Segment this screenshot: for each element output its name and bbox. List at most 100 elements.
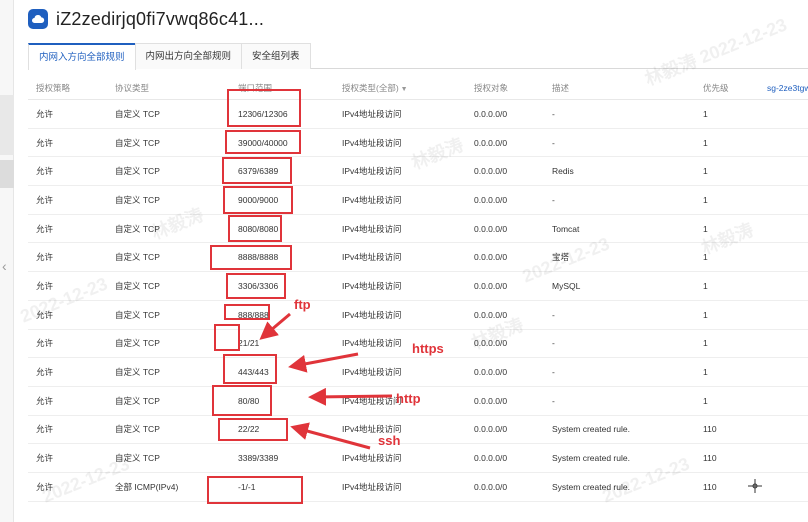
table-row: 允许 自定义 TCP 888/888 IPv4地址段访问 0.0.0.0/0 - 1 [28,301,808,330]
col-header-port-range: 端口范围 [238,82,273,93]
cell-policy: 允许 [36,252,54,263]
cell-auth-object: 0.0.0.0/0 [474,280,508,291]
cell-port-range: 22/22 [238,424,260,435]
sidebar-block-selected[interactable] [0,160,14,188]
cell-port-range: 8888/8888 [238,252,279,263]
tab-outbound-rules[interactable]: 内网出方向全部规则 [134,43,243,69]
cell-policy: 允许 [36,481,54,492]
cell-protocol: 自定义 TCP [115,280,160,291]
cell-description: - [552,395,555,406]
tab-inbound-rules[interactable]: 内网入方向全部规则 [28,43,136,70]
cell-description: System created rule. [552,481,630,492]
table-row: 允许 全部 ICMP(IPv4) -1/-1 IPv4地址段访问 0.0.0.0/0 Sy… [28,473,808,502]
rules-table: 授权策略 协议类型 端口范围 授权类型(全部) ▼ 授权对象 描述 优先级 sg-… [28,76,808,502]
cell-protocol: 自定义 TCP [115,367,160,378]
cell-auth-object: 0.0.0.0/0 [474,424,508,435]
caret-down-icon[interactable]: ▼ [401,86,408,93]
cell-auth-object: 0.0.0.0/0 [474,194,508,205]
cell-description: Tomcat [552,223,580,234]
cell-protocol: 自定义 TCP [115,453,160,464]
cell-port-range: 3306/3306 [238,280,279,291]
cell-auth-object: 0.0.0.0/0 [474,252,508,263]
cell-priority: 1 [703,137,708,148]
cell-port-range: 888/888 [238,309,269,320]
col-header-auth-type[interactable]: 授权类型(全部) ▼ [342,82,408,94]
instance-header: iZ2zedirjq0fi7vwq86c41... [28,4,264,34]
cloud-server-icon [28,9,48,29]
table-row: 允许 自定义 TCP 6379/6389 IPv4地址段访问 0.0.0.0/0 Redi… [28,157,808,187]
cell-port-range: 9000/9000 [238,194,279,205]
table-row: 允许 自定义 TCP 9000/9000 IPv4地址段访问 0.0.0.0/0 - 1 [28,186,808,215]
cell-description: MySQL [552,280,581,291]
cell-policy: 允许 [36,280,54,291]
cell-description: - [552,309,555,320]
cell-auth-type: IPv4地址段访问 [342,481,402,492]
cell-policy: 允许 [36,453,54,464]
cell-auth-object: 0.0.0.0/0 [474,108,508,119]
cell-protocol: 自定义 TCP [115,395,160,406]
cell-priority: 1 [703,194,708,205]
table-row: 允许 自定义 TCP 8888/8888 IPv4地址段访问 0.0.0.0/0 宝塔 1 [28,243,808,273]
cell-policy: 允许 [36,194,54,205]
cell-policy: 允许 [36,367,54,378]
cell-description: - [552,367,555,378]
cell-policy: 允许 [36,309,54,320]
crosshair-cursor-icon [748,479,762,493]
cell-auth-object: 0.0.0.0/0 [474,395,508,406]
cell-port-range: 3389/3389 [238,453,279,464]
col-header-policy: 授权策略 [36,82,71,93]
cell-port-range: -1/-1 [238,481,256,492]
cell-priority: 110 [703,424,717,435]
cell-priority: 110 [703,453,717,464]
table-row: 允许 自定义 TCP 12306/12306 IPv4地址段访问 0.0.0.0/0 - 1 [28,100,808,129]
sidebar-block [0,95,14,155]
col-header-auth-type-label: 授权类型(全部) [342,82,399,93]
cell-priority: 1 [703,108,708,119]
cell-protocol: 自定义 TCP [115,223,160,234]
col-header-description: 描述 [552,82,570,93]
cell-description: - [552,137,555,148]
cell-port-range: 80/80 [238,395,260,406]
cell-policy: 允许 [36,395,54,406]
cell-description: System created rule. [552,453,630,464]
cell-auth-object: 0.0.0.0/0 [474,137,508,148]
tab-security-group-list[interactable]: 安全组列表 [241,43,311,69]
cell-description: - [552,108,555,119]
col-header-security-group[interactable]: sg-2ze3tgw [767,83,808,93]
cell-auth-type: IPv4地址段访问 [342,166,402,177]
cell-protocol: 自定义 TCP [115,252,160,263]
left-sidebar-strip: ‹ [0,0,14,522]
annotation-ftp: ftp [294,297,311,312]
cell-priority: 1 [703,280,708,291]
chevron-left-icon[interactable]: ‹ [2,258,7,274]
cell-protocol: 自定义 TCP [115,424,160,435]
cell-policy: 允许 [36,338,54,349]
cell-auth-type: IPv4地址段访问 [342,395,402,406]
cell-priority: 1 [703,395,708,406]
col-header-protocol: 协议类型 [115,82,150,93]
table-row: 允许 自定义 TCP 3306/3306 IPv4地址段访问 0.0.0.0/0 MySQ… [28,272,808,301]
cell-auth-type: IPv4地址段访问 [342,338,402,349]
cell-auth-type: IPv4地址段访问 [342,280,402,291]
table-body: 允许 自定义 TCP 12306/12306 IPv4地址段访问 0.0.0.0/0-1… [28,100,808,502]
cell-auth-type: IPv4地址段访问 [342,223,402,234]
cell-description: - [552,194,555,205]
cell-port-range: 8080/8080 [238,223,279,234]
cell-auth-object: 0.0.0.0/0 [474,309,508,320]
cell-auth-type: IPv4地址段访问 [342,252,402,263]
col-header-auth-object: 授权对象 [474,82,509,93]
annotation-http: http [396,391,421,406]
table-row: 允许 自定义 TCP 22/22 IPv4地址段访问 0.0.0.0/0 System c… [28,416,808,445]
cell-auth-object: 0.0.0.0/0 [474,367,508,378]
cell-auth-type: IPv4地址段访问 [342,309,402,320]
cell-policy: 允许 [36,424,54,435]
annotation-https: https [412,341,444,356]
table-row: 允许 自定义 TCP 443/443 IPv4地址段访问 0.0.0.0/0 - 1 [28,358,808,387]
instance-title: iZ2zedirjq0fi7vwq86c41... [56,8,265,29]
table-row: 允许 自定义 TCP 3389/3389 IPv4地址段访问 0.0.0.0/0 Syst… [28,444,808,473]
cell-priority: 1 [703,367,708,378]
cell-protocol: 自定义 TCP [115,309,160,320]
rules-tabs: 内网入方向全部规则 内网出方向全部规则 安全组列表 [28,43,808,70]
cell-policy: 允许 [36,108,54,119]
col-header-priority: 优先级 [703,82,729,93]
